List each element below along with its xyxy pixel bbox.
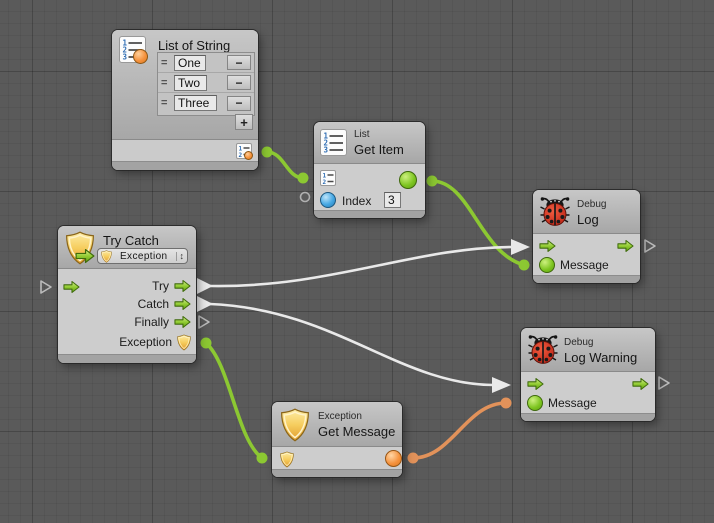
node-bottom-strip	[58, 354, 196, 363]
wire-endpoint	[298, 173, 309, 184]
node-category: Debug	[564, 337, 593, 348]
wire-list-to-getitem[interactable]	[267, 152, 303, 178]
wire-endpoint	[262, 147, 273, 158]
wire-source-triangle	[197, 296, 213, 312]
item-output-port[interactable]	[399, 171, 417, 189]
wire-arrowhead	[511, 239, 530, 255]
wire-arrowhead	[492, 377, 511, 393]
node-category: Exception	[318, 411, 362, 422]
unconnected-log-output-marker[interactable]	[645, 240, 655, 252]
wire-endpoint	[201, 338, 212, 349]
exception-type-dropdown[interactable]: Exception ↕	[97, 248, 188, 264]
ladybug-icon	[527, 333, 559, 365]
wire-catch-to-logwarning[interactable]	[210, 304, 494, 385]
index-input-port[interactable]	[320, 192, 336, 208]
remove-item-button[interactable]: −	[227, 75, 251, 90]
wire-try-to-log[interactable]	[210, 247, 513, 286]
catch-port-label: Catch	[138, 297, 169, 311]
list-item-row: = −	[158, 53, 254, 73]
flow-output-port[interactable]	[632, 377, 649, 391]
list-item-input[interactable]	[174, 75, 207, 91]
node-bottom-strip	[272, 469, 402, 477]
message-label: Message	[560, 258, 609, 272]
node-debug-log[interactable]: Debug Log Message	[533, 190, 640, 283]
unconnected-warning-output-marker[interactable]	[659, 377, 669, 389]
message-output-port[interactable]	[385, 450, 402, 467]
catch-output-port[interactable]	[174, 297, 191, 311]
finally-port-label: Finally	[134, 315, 169, 329]
flow-output-port[interactable]	[617, 239, 634, 253]
list-item-input[interactable]	[174, 95, 217, 111]
try-port-label: Try	[152, 279, 169, 293]
node-get-message[interactable]: Exception Get Message	[272, 402, 402, 477]
wire-endpoint	[427, 176, 438, 187]
message-input-port[interactable]	[527, 395, 543, 411]
node-category: List	[354, 129, 370, 140]
list-items-editor: = − = − = −	[157, 52, 255, 116]
drag-handle-icon[interactable]: =	[161, 57, 174, 69]
finally-output-port[interactable]	[174, 315, 191, 329]
exception-output-port[interactable]	[177, 334, 191, 351]
wire-exception-to-getmessage[interactable]	[206, 343, 262, 458]
node-title: Try Catch	[103, 233, 159, 248]
shield-icon	[280, 408, 310, 442]
flow-input-port[interactable]	[539, 239, 556, 253]
flow-input-port[interactable]	[63, 280, 80, 294]
index-input[interactable]	[384, 192, 401, 208]
flow-arrow-icon	[75, 248, 95, 264]
node-title: Get Item	[354, 142, 404, 157]
node-bottom-strip	[533, 275, 640, 283]
orange-object-dot-icon	[244, 151, 253, 160]
add-item-button[interactable]: +	[235, 114, 253, 130]
list-icon	[320, 129, 347, 156]
wire-endpoint	[257, 453, 268, 464]
node-category: Debug	[577, 199, 606, 210]
drag-handle-icon[interactable]: =	[161, 97, 174, 109]
list-input-port-icon[interactable]	[320, 170, 336, 186]
wire-source-triangle	[197, 278, 213, 294]
node-bottom-strip	[112, 161, 258, 170]
updown-icon: ↕	[176, 252, 185, 261]
dropdown-value: Exception	[116, 251, 172, 262]
unconnected-index-input-marker[interactable]	[301, 193, 310, 202]
wire-endpoint	[501, 398, 512, 409]
node-title: Get Message	[318, 424, 395, 439]
node-title: Log	[577, 212, 599, 227]
node-get-item[interactable]: List Get Item Index	[314, 122, 425, 218]
node-bottom-strip	[314, 210, 425, 218]
remove-item-button[interactable]: −	[227, 96, 251, 111]
orange-object-dot-icon	[133, 49, 148, 64]
node-debug-log-warning[interactable]: Debug Log Warning Message	[521, 328, 655, 421]
drag-handle-icon[interactable]: =	[161, 77, 174, 89]
flow-input-port[interactable]	[527, 377, 544, 391]
node-title: List of String	[158, 38, 230, 53]
list-item-row: = −	[158, 93, 254, 113]
message-label: Message	[548, 396, 597, 410]
exception-input-port[interactable]	[280, 451, 294, 468]
remove-item-button[interactable]: −	[227, 55, 251, 70]
list-item-row: = −	[158, 73, 254, 93]
ladybug-icon	[539, 195, 571, 227]
wire-endpoint	[408, 453, 419, 464]
node-try-catch[interactable]: Try Catch Exception ↕ Try Catch Finally …	[58, 226, 196, 363]
graph-canvas[interactable]: List of String = − = − = − +	[0, 0, 714, 523]
unconnected-flow-input-marker[interactable]	[41, 281, 51, 293]
shield-icon	[101, 250, 112, 263]
wire-endpoint	[519, 260, 530, 271]
list-of-string-icon	[119, 36, 147, 64]
index-label: Index	[342, 194, 371, 208]
exception-port-label: Exception	[119, 335, 172, 349]
list-output-port[interactable]	[236, 143, 253, 160]
node-title: Log Warning	[564, 350, 637, 365]
message-input-port[interactable]	[539, 257, 555, 273]
wire-getmessage-to-warning-message[interactable]	[413, 403, 506, 458]
list-item-input[interactable]	[174, 55, 206, 71]
try-output-port[interactable]	[174, 279, 191, 293]
node-bottom-strip	[521, 413, 655, 421]
unconnected-finally-marker[interactable]	[199, 316, 209, 328]
node-list-of-string[interactable]: List of String = − = − = − +	[112, 30, 258, 170]
